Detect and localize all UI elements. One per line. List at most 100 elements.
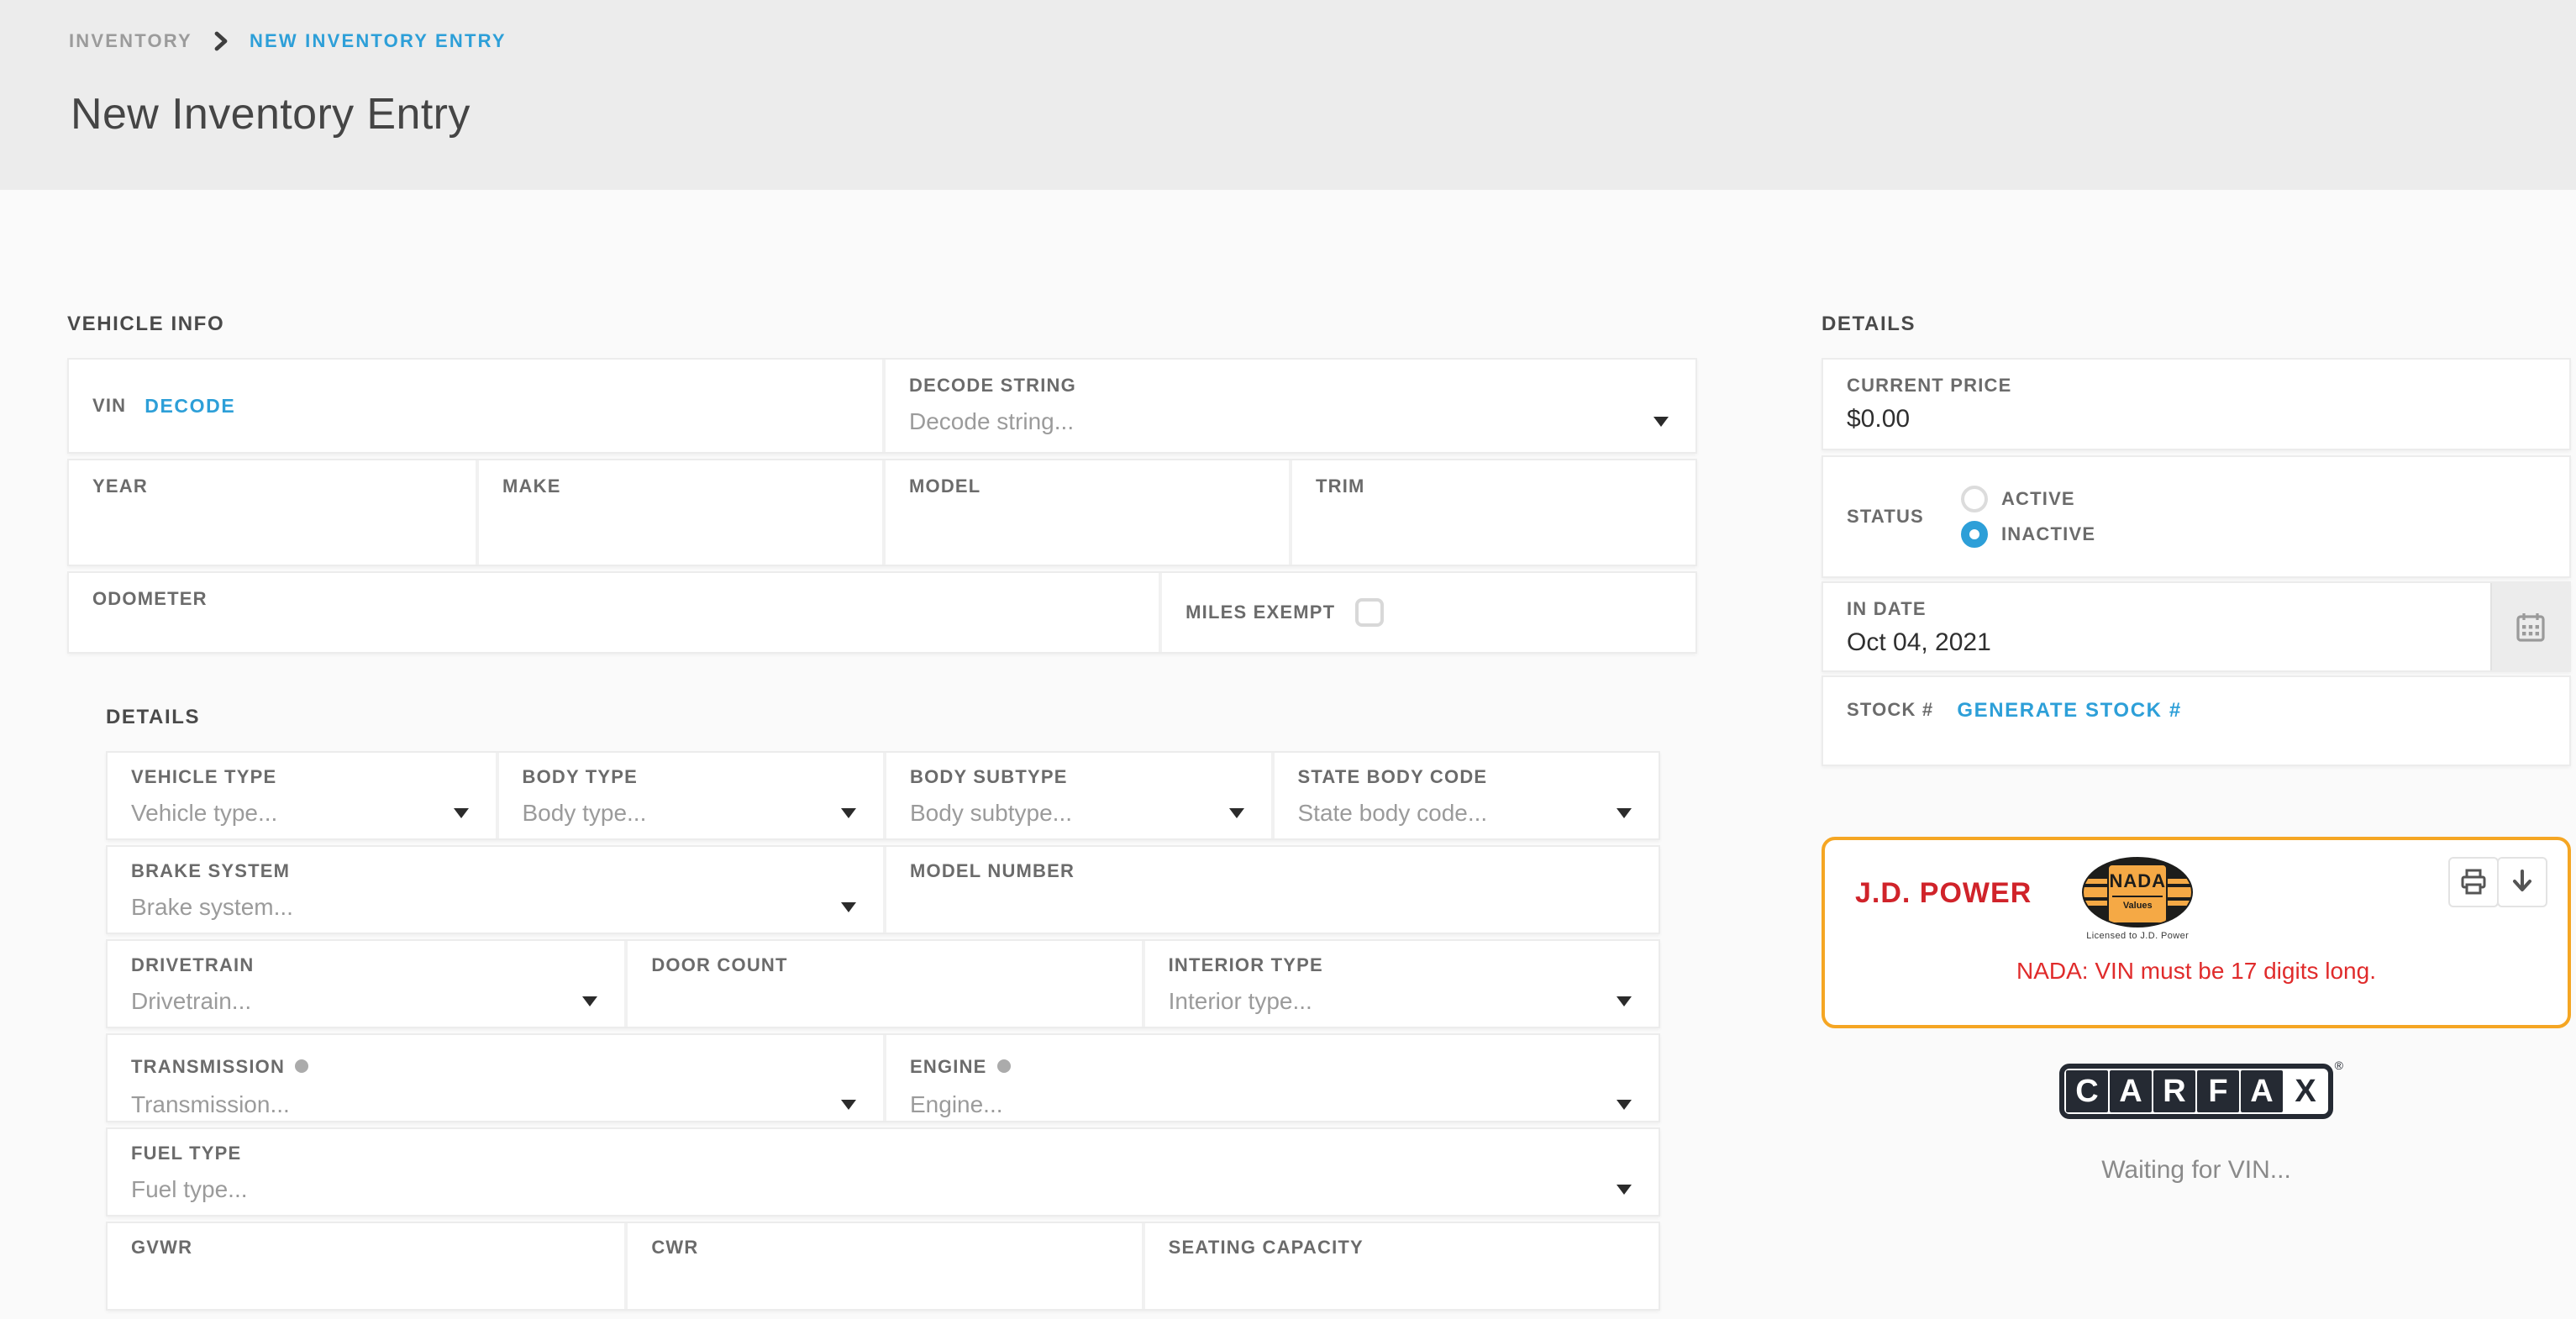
carfax-logo: C A R F A X ®	[2059, 1064, 2333, 1119]
cwr-label: CWR	[651, 1237, 1117, 1259]
carfax-tile: R	[2153, 1070, 2195, 1112]
calendar-button[interactable]	[2490, 583, 2569, 670]
status-radio-group: ACTIVE INACTIVE	[1961, 486, 2095, 548]
vehicle-info-table: VIN DECODE DECODE STRING Decode string..…	[67, 358, 1697, 654]
odometer-label: ODOMETER	[92, 588, 1135, 610]
page-header: INVENTORY NEW INVENTORY ENTRY New Invent…	[0, 0, 2576, 190]
dropdown-arrow-icon	[841, 808, 856, 818]
state-body-code-select[interactable]: STATE BODY CODE State body code...	[1271, 753, 1659, 838]
calendar-icon	[2516, 612, 2545, 642]
dropdown-arrow-icon	[1617, 808, 1632, 818]
dropdown-arrow-icon	[1617, 996, 1632, 1006]
transmission-select[interactable]: TRANSMISSION Transmission...	[108, 1035, 883, 1121]
carfax-tile: A	[2241, 1070, 2283, 1112]
dropdown-arrow-icon	[454, 808, 469, 818]
fuel-type-select[interactable]: FUEL TYPE Fuel type...	[108, 1129, 1659, 1215]
vehicle-type-select[interactable]: VEHICLE TYPE Vehicle type...	[108, 753, 496, 838]
print-button[interactable]	[2448, 857, 2499, 907]
vehicle-type-label: VEHICLE TYPE	[131, 766, 472, 788]
dropdown-arrow-icon	[1229, 808, 1244, 818]
status-inactive-label: INACTIVE	[2001, 523, 2095, 545]
model-field[interactable]: MODEL	[882, 460, 1289, 565]
model-label: MODEL	[909, 476, 1265, 497]
breadcrumb-inventory[interactable]: INVENTORY	[69, 30, 192, 52]
new-inventory-entry-page: INVENTORY NEW INVENTORY ENTRY New Invent…	[0, 0, 2576, 1319]
trim-label: TRIM	[1316, 476, 1672, 497]
seating-capacity-label: SEATING CAPACITY	[1169, 1237, 1635, 1259]
status-option-active[interactable]: ACTIVE	[1961, 486, 2095, 512]
odometer-field[interactable]: ODOMETER	[69, 573, 1159, 652]
door-count-field[interactable]: DOOR COUNT	[624, 941, 1141, 1027]
body-subtype-placeholder: Body subtype...	[910, 800, 1072, 827]
status-dot-icon	[997, 1059, 1011, 1073]
body-type-placeholder: Body type...	[523, 800, 647, 827]
body-type-select[interactable]: BODY TYPE Body type...	[496, 753, 884, 838]
vin-label: VIN	[92, 395, 126, 417]
cwr-field[interactable]: CWR	[624, 1223, 1141, 1309]
vehicle-type-placeholder: Vehicle type...	[131, 800, 277, 827]
interior-type-select[interactable]: INTERIOR TYPE Interior type...	[1142, 941, 1659, 1027]
dropdown-arrow-icon	[841, 902, 856, 912]
carfax-tile: F	[2197, 1070, 2239, 1112]
status-option-inactive[interactable]: INACTIVE	[1961, 521, 2095, 548]
current-price-field[interactable]: CURRENT PRICE $0.00	[1823, 360, 2569, 449]
nada-licensed-text: Licensed to J.D. Power	[2082, 931, 2193, 941]
download-button[interactable]	[2497, 857, 2547, 907]
transmission-label: TRANSMISSION	[131, 1056, 285, 1077]
nada-logo-subtext: Values	[2123, 901, 2153, 911]
in-date-value: Oct 04, 2021	[1847, 628, 2467, 657]
interior-type-placeholder: Interior type...	[1169, 988, 1312, 1015]
make-label: MAKE	[502, 476, 859, 497]
engine-placeholder: Engine...	[910, 1091, 1003, 1118]
miles-exempt-label: MILES EXEMPT	[1185, 602, 1335, 623]
door-count-label: DOOR COUNT	[651, 954, 1117, 976]
drivetrain-select[interactable]: DRIVETRAIN Drivetrain...	[108, 941, 624, 1027]
registered-mark-icon: ®	[2335, 1059, 2343, 1072]
dropdown-arrow-icon	[1617, 1185, 1632, 1195]
body-subtype-select[interactable]: BODY SUBTYPE Body subtype...	[883, 753, 1271, 838]
nada-logo-word: NADA	[2109, 870, 2166, 892]
breadcrumb-new-inventory-entry: NEW INVENTORY ENTRY	[250, 30, 507, 52]
brake-system-label: BRAKE SYSTEM	[131, 860, 860, 882]
in-date-label: IN DATE	[1847, 598, 2467, 620]
current-price-value: $0.00	[1847, 405, 2546, 434]
seating-capacity-field[interactable]: SEATING CAPACITY	[1142, 1223, 1659, 1309]
state-body-code-label: STATE BODY CODE	[1298, 766, 1636, 788]
details-right-section: DETAILS CURRENT PRICE $0.00 STATUS ACTIV…	[1822, 313, 2571, 1185]
current-price-label: CURRENT PRICE	[1847, 375, 2546, 397]
trim-field[interactable]: TRIM	[1289, 460, 1695, 565]
radio-checked-icon[interactable]	[1961, 521, 1988, 548]
decode-string-select[interactable]: DECODE STRING Decode string...	[882, 360, 1695, 452]
details-left-heading: DETAILS	[106, 706, 1697, 729]
generate-stock-button[interactable]: GENERATE STOCK #	[1957, 699, 2181, 723]
model-number-label: MODEL NUMBER	[910, 860, 1635, 882]
breadcrumb: INVENTORY NEW INVENTORY ENTRY	[0, 0, 2576, 52]
details-right-heading: DETAILS	[1822, 313, 2571, 336]
body-subtype-label: BODY SUBTYPE	[910, 766, 1248, 788]
decode-button[interactable]: DECODE	[145, 395, 235, 418]
nada-error-message: NADA: VIN must be 17 digits long.	[1845, 958, 2547, 985]
nada-values-panel: J.D. POWER NADA Values Licensed to J.D. …	[1822, 837, 2571, 1028]
radio-unchecked-icon[interactable]	[1961, 486, 1988, 512]
gvwr-field[interactable]: GVWR	[108, 1223, 624, 1309]
model-number-field[interactable]: MODEL NUMBER	[883, 847, 1659, 933]
stock-number-field[interactable]: STOCK # GENERATE STOCK #	[1823, 677, 2569, 765]
miles-exempt-checkbox[interactable]	[1355, 598, 1384, 627]
engine-label: ENGINE	[910, 1056, 987, 1077]
miles-exempt-field: MILES EXEMPT	[1159, 573, 1695, 652]
drivetrain-label: DRIVETRAIN	[131, 954, 601, 976]
interior-type-label: INTERIOR TYPE	[1169, 954, 1635, 976]
year-field[interactable]: YEAR	[69, 460, 476, 565]
vin-field[interactable]: VIN DECODE	[69, 360, 882, 452]
fuel-type-label: FUEL TYPE	[131, 1143, 1635, 1164]
brake-system-select[interactable]: BRAKE SYSTEM Brake system...	[108, 847, 883, 933]
transmission-placeholder: Transmission...	[131, 1091, 290, 1118]
details-right-table: CURRENT PRICE $0.00 STATUS ACTIVE INACTI…	[1822, 358, 2571, 766]
make-field[interactable]: MAKE	[476, 460, 882, 565]
dropdown-arrow-icon	[1617, 1100, 1632, 1110]
jdpower-logo: J.D. POWER	[1855, 877, 2032, 910]
gvwr-label: GVWR	[131, 1237, 601, 1259]
in-date-field[interactable]: IN DATE Oct 04, 2021	[1823, 583, 2490, 670]
dropdown-arrow-icon	[841, 1100, 856, 1110]
engine-select[interactable]: ENGINE Engine...	[883, 1035, 1659, 1121]
